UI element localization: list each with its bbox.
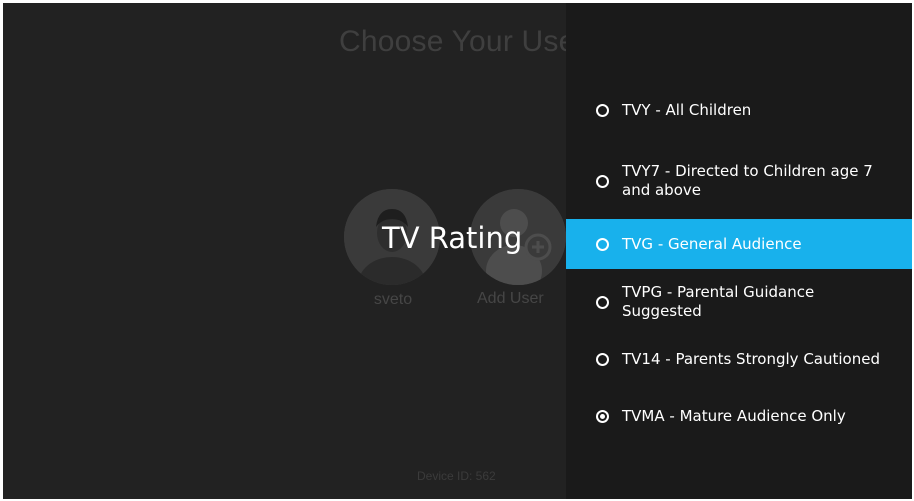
rating-option-label: TVMA - Mature Audience Only bbox=[622, 406, 846, 425]
radio-unchecked-icon bbox=[596, 352, 609, 366]
tv-screen: Choose Your Use sveto Add User Device ID… bbox=[3, 3, 912, 499]
radio-unchecked-icon bbox=[596, 237, 609, 251]
add-user-label: Add User bbox=[477, 290, 544, 307]
rating-option-label: TVY7 - Directed to Children age 7 and ab… bbox=[622, 162, 873, 199]
user-name-label: sveto bbox=[373, 291, 413, 308]
radio-unchecked-icon bbox=[596, 295, 609, 309]
rating-option-tvy[interactable]: TVY - All Children bbox=[566, 91, 912, 129]
rating-option-label: TV14 - Parents Strongly Cautioned bbox=[622, 349, 880, 368]
rating-option-label: TVPG - Parental Guidance Suggested bbox=[622, 283, 815, 320]
rating-option-label: TVG - General Audience bbox=[622, 234, 802, 253]
rating-option-tvy7[interactable]: TVY7 - Directed to Children age 7 and ab… bbox=[566, 155, 912, 207]
radio-checked-icon bbox=[596, 409, 609, 423]
radio-unchecked-icon bbox=[596, 174, 609, 188]
rating-option-tvma[interactable]: TVMA - Mature Audience Only bbox=[566, 397, 912, 435]
radio-unchecked-icon bbox=[596, 103, 609, 117]
tv-rating-title: TV Rating bbox=[382, 221, 523, 255]
device-id-label: Device ID: 562 bbox=[417, 469, 496, 483]
rating-option-label: TVY - All Children bbox=[622, 100, 752, 119]
tv-rating-panel: TVY - All Children TVY7 - Directed to Ch… bbox=[566, 3, 912, 499]
rating-option-tv14[interactable]: TV14 - Parents Strongly Cautioned bbox=[566, 340, 912, 378]
rating-option-tvpg[interactable]: TVPG - Parental Guidance Suggested bbox=[566, 283, 912, 321]
rating-option-tvg[interactable]: TVG - General Audience bbox=[566, 219, 912, 269]
choose-user-title: Choose Your Use bbox=[339, 25, 576, 58]
